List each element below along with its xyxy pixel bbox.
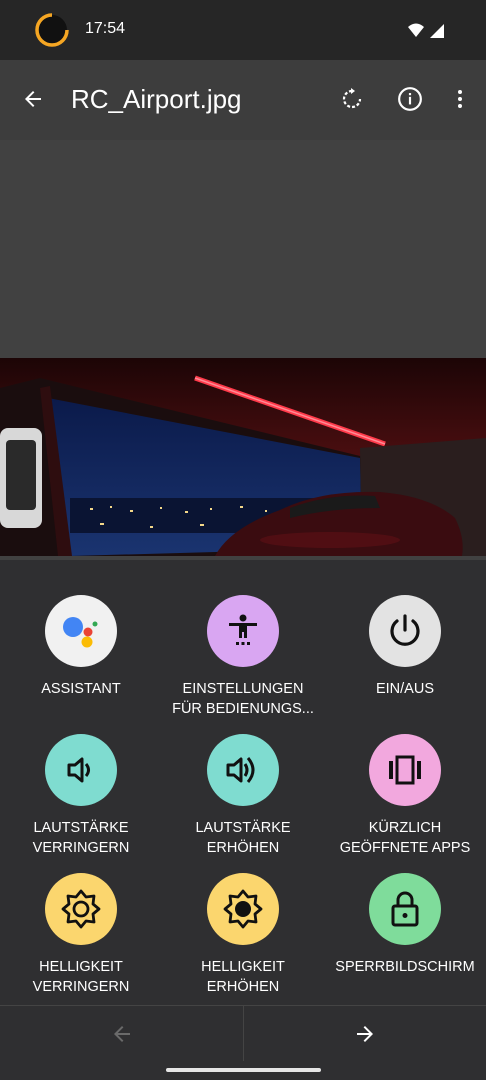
back-button[interactable] [13,79,53,119]
arrow-right-icon [356,1026,373,1042]
google-assistant-icon [63,617,98,648]
recent-apps-icon [389,755,421,785]
power-button[interactable]: EIN/AUS [324,595,486,699]
status-icons [406,22,446,45]
accessibility-circle[interactable] [207,595,279,667]
info-icon [398,87,422,111]
volume-up-button[interactable]: LAUTSTÄRKE ERHÖHEN [162,734,324,858]
rotate-button[interactable] [332,79,372,119]
status-time: 17:54 [85,20,126,37]
recent-apps-label: KÜRZLICH GEÖFFNETE APPS [339,820,471,856]
brightness-down-label: HELLIGKEIT VERRINGERN [32,959,130,995]
power-icon [390,614,420,646]
next-page-button[interactable] [243,1006,486,1062]
home-gesture-handle[interactable] [166,1068,321,1072]
photo [0,358,486,556]
brightness-up-label: HELLIGKEIT ERHÖHEN [201,959,285,995]
accessibility-icon [229,614,257,645]
gesture-bar [0,1061,486,1080]
arrow-left-icon [113,1026,130,1042]
brightness-low-icon [61,889,101,929]
volume-down-circle[interactable] [45,734,117,806]
more-options-button[interactable] [440,79,480,119]
volume-down-label: LAUTSTÄRKE VERRINGERN [32,820,130,856]
page-navigation [0,1005,486,1062]
assistant-circle[interactable] [45,595,117,667]
image-viewer[interactable] [0,140,486,560]
wifi-icon [408,23,424,37]
previous-page-button[interactable] [0,1006,243,1062]
rotate-icon [342,88,362,109]
more-vert-icon [458,90,462,108]
arrow-left-icon [25,91,41,107]
brightness-up-circle[interactable] [207,873,279,945]
accessibility-settings-label: EINSTELLUNGEN FÜR BEDIENUNGS... [172,681,314,717]
lock-screen-circle[interactable] [369,873,441,945]
volume-up-circle[interactable] [207,734,279,806]
volume-up-icon [226,757,255,783]
volume-down-button[interactable]: LAUTSTÄRKE VERRINGERN [0,734,162,858]
assistant-label: ASSISTANT [41,681,121,697]
accessibility-menu-panel: ASSISTANT EINSTELLUNGEN FÜR BEDIENUNGS...… [0,560,486,1005]
recent-apps-button[interactable]: KÜRZLICH GEÖFFNETE APPS [324,734,486,858]
lock-icon [391,891,419,927]
volume-up-label: LAUTSTÄRKE ERHÖHEN [195,820,291,856]
brightness-down-button[interactable]: HELLIGKEIT VERRINGERN [0,873,162,997]
power-circle[interactable] [369,595,441,667]
recent-apps-circle[interactable] [369,734,441,806]
lock-screen-label: SPERRBILDSCHIRM [335,959,475,975]
signal-icon [430,24,444,38]
app-logo-icon [35,13,69,47]
status-bar: 17:54 [0,0,486,60]
brightness-high-icon [223,889,263,929]
power-label: EIN/AUS [375,681,434,697]
info-button[interactable] [390,79,430,119]
app-bar: RC_Airport.jpg [0,60,486,140]
accessibility-settings-button[interactable]: EINSTELLUNGEN FÜR BEDIENUNGS... [162,595,324,719]
volume-down-icon [67,757,90,783]
lock-screen-button[interactable]: SPERRBILDSCHIRM [324,873,486,977]
assistant-button[interactable]: ASSISTANT [0,595,162,699]
brightness-up-button[interactable]: HELLIGKEIT ERHÖHEN [162,873,324,997]
brightness-down-circle[interactable] [45,873,117,945]
file-title: RC_Airport.jpg [71,84,242,114]
